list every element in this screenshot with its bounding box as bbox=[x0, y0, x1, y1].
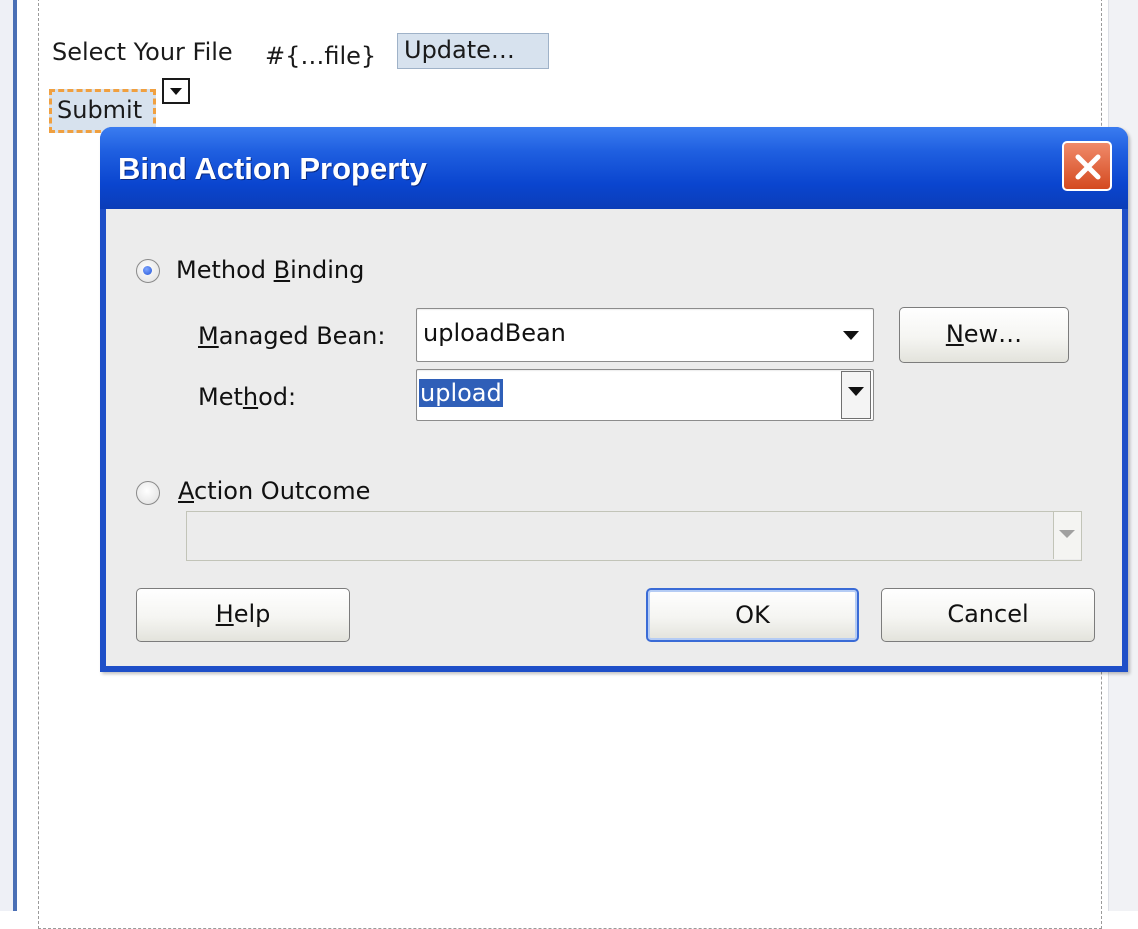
dialog-titlebar[interactable]: Bind Action Property bbox=[100, 127, 1128, 209]
cancel-button[interactable]: Cancel bbox=[881, 588, 1095, 642]
close-icon[interactable] bbox=[1062, 141, 1112, 191]
close-x-glyph bbox=[1075, 154, 1101, 180]
dialog-title: Bind Action Property bbox=[118, 151, 427, 186]
radio-selected-dot bbox=[143, 266, 152, 275]
method-binding-radio[interactable] bbox=[136, 259, 160, 283]
select-file-label: Select Your File bbox=[52, 38, 233, 66]
new-bean-button[interactable]: New… bbox=[899, 307, 1069, 363]
dialog-content: Method Binding Managed Bean: uploadBean … bbox=[106, 209, 1122, 666]
help-button[interactable]: Help bbox=[136, 588, 350, 642]
update-button[interactable]: Update… bbox=[397, 33, 549, 69]
dropdown-arrow-icon[interactable] bbox=[162, 78, 190, 104]
chevron-down-icon bbox=[843, 331, 859, 340]
method-label: Method: bbox=[198, 383, 297, 411]
bind-action-property-dialog: Bind Action Property Method Binding Mana… bbox=[100, 127, 1128, 672]
method-binding-label: Method Binding bbox=[176, 256, 365, 284]
action-outcome-select[interactable] bbox=[186, 511, 1082, 561]
managed-bean-value: uploadBean bbox=[423, 319, 566, 347]
managed-bean-label: Managed Bean: bbox=[198, 322, 386, 350]
method-select[interactable]: upload bbox=[416, 369, 874, 421]
action-outcome-radio[interactable] bbox=[136, 481, 160, 505]
editor-left-edge bbox=[0, 0, 17, 911]
action-outcome-label: Action Outcome bbox=[178, 477, 371, 505]
method-dropdown-icon[interactable] bbox=[841, 371, 871, 419]
file-expression: #{…file} bbox=[265, 42, 377, 70]
ok-button[interactable]: OK bbox=[646, 588, 859, 642]
method-value: upload bbox=[419, 379, 503, 407]
managed-bean-select[interactable]: uploadBean bbox=[416, 308, 874, 362]
chevron-down-icon bbox=[1053, 512, 1081, 559]
